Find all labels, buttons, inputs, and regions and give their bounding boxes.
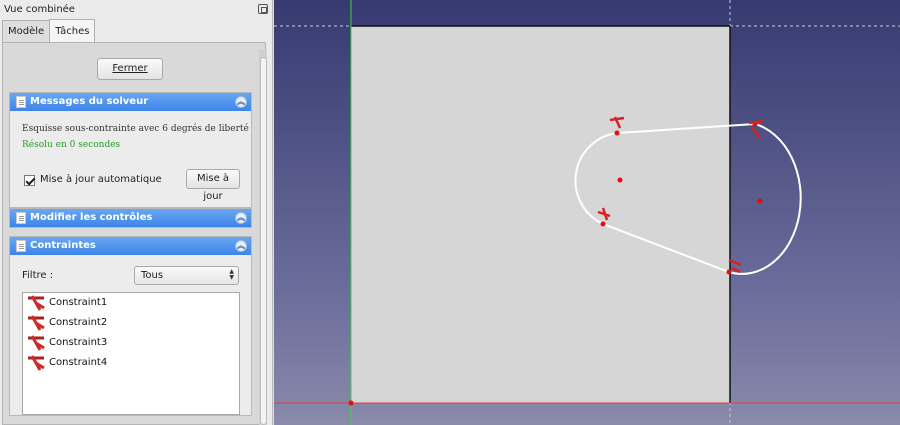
arc-center-point[interactable]: [617, 177, 623, 183]
solver-messages-section: Messages du solveur ︽ Esquisse sous-cont…: [9, 92, 252, 208]
collapse-icon[interactable]: ︽: [235, 96, 247, 108]
constraint-list[interactable]: Constraint1 Constraint2 Constraint3 Cons…: [22, 292, 240, 415]
tangent-constraint-icon: [28, 335, 45, 351]
tangent-constraint-icon[interactable]: [728, 258, 742, 274]
task-panel-scrollbar[interactable]: [259, 49, 267, 425]
document-icon: [16, 212, 26, 224]
solver-time-text: Résolu en 0 secondes: [22, 140, 121, 150]
task-panel: Fermer Messages du solveur ︽ Esquisse so…: [2, 42, 267, 425]
edit-controls-title: Modifier les contrôles: [30, 212, 153, 223]
panel-title: Vue combinée: [4, 4, 75, 15]
sketch-point[interactable]: [726, 269, 732, 275]
list-item[interactable]: Constraint4: [23, 353, 239, 373]
constraints-header[interactable]: Contraintes ︽: [10, 237, 251, 255]
tab-model[interactable]: Modèle: [2, 20, 51, 42]
3d-viewport[interactable]: [274, 0, 900, 425]
constraint-label: Constraint1: [49, 297, 108, 308]
update-button[interactable]: Mise à jour: [186, 169, 240, 202]
face-plane: [351, 26, 730, 403]
combo-view-panel: Vue combinée Modèle Tâches Fermer Messag…: [0, 0, 273, 425]
close-button[interactable]: Fermer: [97, 58, 163, 80]
spinner-arrows-icon: ▲ ▼: [229, 268, 234, 281]
collapse-icon[interactable]: ︽: [235, 240, 247, 252]
tab-tasks[interactable]: Tâches: [49, 19, 96, 42]
arc-center-point[interactable]: [757, 198, 763, 204]
origin-point[interactable]: [348, 400, 354, 406]
constraint-label: Constraint3: [49, 337, 108, 348]
list-item[interactable]: Constraint1: [23, 293, 239, 313]
sketch-point[interactable]: [614, 130, 620, 136]
edit-controls-header[interactable]: Modifier les contrôles ︽: [10, 209, 251, 227]
constraints-title: Contraintes: [30, 240, 96, 251]
document-icon: [16, 240, 26, 252]
tangent-constraint-icon: [28, 315, 45, 331]
filter-value: Tous: [141, 270, 164, 281]
edit-controls-section: Modifier les contrôles ︽: [9, 208, 252, 228]
combo-tabs: Modèle Tâches: [2, 19, 96, 42]
tangent-constraint-icon: [28, 355, 45, 371]
sketch-canvas[interactable]: [274, 0, 900, 425]
list-item[interactable]: Constraint2: [23, 313, 239, 333]
constraint-label: Constraint2: [49, 317, 108, 328]
constraints-section: Contraintes ︽ Filtre : Tous ▲ ▼ Constrai…: [9, 236, 252, 416]
constraints-body: Filtre : Tous ▲ ▼ Constraint1 Constraint…: [10, 255, 251, 415]
solver-messages-body: Esquisse sous-contrainte avec 6 degrés d…: [10, 111, 251, 207]
sketch-point[interactable]: [600, 221, 606, 227]
tangent-constraint-icon: [28, 295, 45, 311]
filter-label: Filtre :: [22, 270, 54, 281]
constraint-label: Constraint4: [49, 357, 108, 368]
solver-messages-header[interactable]: Messages du solveur ︽: [10, 93, 251, 111]
filter-select[interactable]: Tous ▲ ▼: [134, 266, 239, 285]
solver-status-text: Esquisse sous-contrainte avec 6 degrés d…: [22, 124, 249, 134]
document-icon: [16, 96, 26, 108]
list-item[interactable]: Constraint3: [23, 333, 239, 353]
auto-update-checkbox[interactable]: [24, 175, 35, 186]
auto-update-label: Mise à jour automatique: [40, 174, 162, 185]
undock-icon[interactable]: [258, 4, 268, 14]
scrollbar-thumb[interactable]: [260, 57, 267, 425]
solver-messages-title: Messages du solveur: [30, 96, 149, 107]
collapse-icon[interactable]: ︽: [235, 212, 247, 224]
